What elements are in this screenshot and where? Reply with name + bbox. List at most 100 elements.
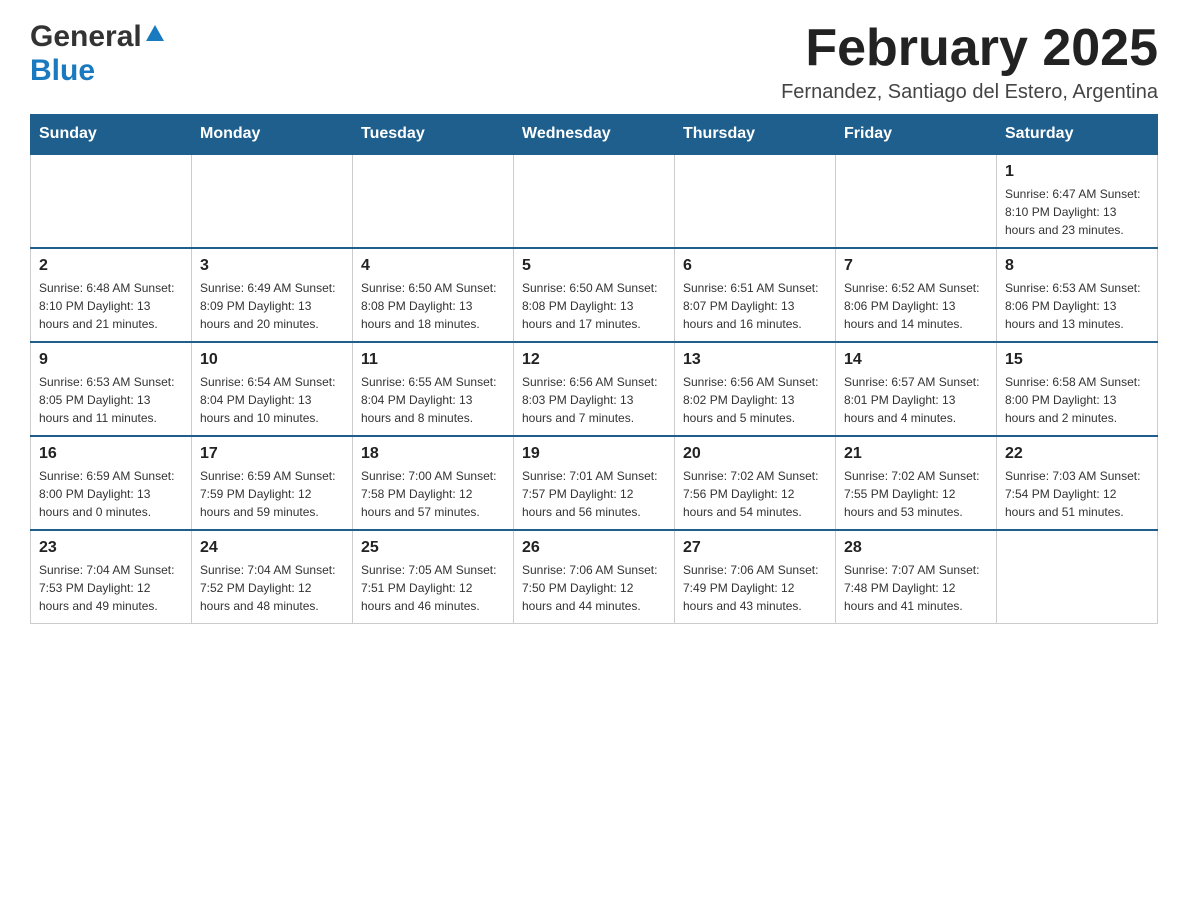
- day-info: Sunrise: 7:06 AM Sunset: 7:49 PM Dayligh…: [683, 561, 827, 615]
- day-info: Sunrise: 6:47 AM Sunset: 8:10 PM Dayligh…: [1005, 185, 1149, 239]
- day-info: Sunrise: 7:00 AM Sunset: 7:58 PM Dayligh…: [361, 467, 505, 521]
- day-number: 10: [200, 351, 344, 369]
- calendar-body: 1 Sunrise: 6:47 AM Sunset: 8:10 PM Daylig…: [31, 154, 1158, 624]
- day-number: 6: [683, 257, 827, 275]
- page-header: General Blue February 2025 Fernandez, Sa…: [30, 20, 1158, 104]
- day-number: 1: [1005, 163, 1149, 181]
- logo-blue-text: Blue: [30, 54, 95, 88]
- day-info: Sunrise: 6:59 AM Sunset: 8:00 PM Dayligh…: [39, 467, 183, 521]
- calendar-day-cell: [353, 154, 514, 248]
- day-info: Sunrise: 6:57 AM Sunset: 8:01 PM Dayligh…: [844, 373, 988, 427]
- calendar-day-cell: 7 Sunrise: 6:52 AM Sunset: 8:06 PM Daylig…: [836, 248, 997, 342]
- calendar-day-cell: [836, 154, 997, 248]
- calendar-day-cell: 10 Sunrise: 6:54 AM Sunset: 8:04 PM Dayli…: [192, 342, 353, 436]
- calendar-day-cell: 26 Sunrise: 7:06 AM Sunset: 7:50 PM Dayli…: [514, 530, 675, 624]
- calendar-day-cell: [997, 530, 1158, 624]
- day-number: 23: [39, 539, 183, 557]
- day-info: Sunrise: 7:02 AM Sunset: 7:55 PM Dayligh…: [844, 467, 988, 521]
- day-number: 26: [522, 539, 666, 557]
- day-info: Sunrise: 6:56 AM Sunset: 8:02 PM Dayligh…: [683, 373, 827, 427]
- day-info: Sunrise: 6:55 AM Sunset: 8:04 PM Dayligh…: [361, 373, 505, 427]
- title-section: February 2025 Fernandez, Santiago del Es…: [781, 20, 1158, 104]
- calendar-day-cell: 23Sunrise: 7:04 AM Sunset: 7:53 PM Dayli…: [31, 530, 192, 624]
- day-info: Sunrise: 7:05 AM Sunset: 7:51 PM Dayligh…: [361, 561, 505, 615]
- day-number: 17: [200, 445, 344, 463]
- calendar-week-row: 16 Sunrise: 6:59 AM Sunset: 8:00 PM Dayli…: [31, 436, 1158, 530]
- calendar-day-cell: [514, 154, 675, 248]
- calendar-day-cell: 24Sunrise: 7:04 AM Sunset: 7:52 PM Dayli…: [192, 530, 353, 624]
- calendar-day-cell: [31, 154, 192, 248]
- day-number: 27: [683, 539, 827, 557]
- day-info: Sunrise: 6:53 AM Sunset: 8:06 PM Dayligh…: [1005, 279, 1149, 333]
- day-info: Sunrise: 6:49 AM Sunset: 8:09 PM Dayligh…: [200, 279, 344, 333]
- calendar-day-cell: 14 Sunrise: 6:57 AM Sunset: 8:01 PM Dayli…: [836, 342, 997, 436]
- header-saturday: Saturday: [997, 115, 1158, 155]
- calendar-day-cell: 8 Sunrise: 6:53 AM Sunset: 8:06 PM Daylig…: [997, 248, 1158, 342]
- header-monday: Monday: [192, 115, 353, 155]
- day-number: 21: [844, 445, 988, 463]
- calendar-day-cell: 1 Sunrise: 6:47 AM Sunset: 8:10 PM Daylig…: [997, 154, 1158, 248]
- calendar-day-cell: 21 Sunrise: 7:02 AM Sunset: 7:55 PM Dayli…: [836, 436, 997, 530]
- calendar-week-row: 23Sunrise: 7:04 AM Sunset: 7:53 PM Dayli…: [31, 530, 1158, 624]
- calendar-day-cell: 2 Sunrise: 6:48 AM Sunset: 8:10 PM Daylig…: [31, 248, 192, 342]
- day-number: 14: [844, 351, 988, 369]
- day-info: Sunrise: 6:48 AM Sunset: 8:10 PM Dayligh…: [39, 279, 183, 333]
- header-wednesday: Wednesday: [514, 115, 675, 155]
- calendar-day-cell: 25 Sunrise: 7:05 AM Sunset: 7:51 PM Dayli…: [353, 530, 514, 624]
- calendar-day-cell: 20Sunrise: 7:02 AM Sunset: 7:56 PM Dayli…: [675, 436, 836, 530]
- calendar-day-cell: 22 Sunrise: 7:03 AM Sunset: 7:54 PM Dayli…: [997, 436, 1158, 530]
- day-number: 8: [1005, 257, 1149, 275]
- day-number: 15: [1005, 351, 1149, 369]
- day-number: 12: [522, 351, 666, 369]
- calendar-header-row: Sunday Monday Tuesday Wednesday Thursday…: [31, 115, 1158, 155]
- day-info: Sunrise: 6:58 AM Sunset: 8:00 PM Dayligh…: [1005, 373, 1149, 427]
- calendar-day-cell: 17 Sunrise: 6:59 AM Sunset: 7:59 PM Dayli…: [192, 436, 353, 530]
- calendar-day-cell: 16 Sunrise: 6:59 AM Sunset: 8:00 PM Dayli…: [31, 436, 192, 530]
- day-info: Sunrise: 7:06 AM Sunset: 7:50 PM Dayligh…: [522, 561, 666, 615]
- page-title: February 2025: [781, 20, 1158, 77]
- day-number: 22: [1005, 445, 1149, 463]
- header-tuesday: Tuesday: [353, 115, 514, 155]
- calendar-week-row: 9 Sunrise: 6:53 AM Sunset: 8:05 PM Daylig…: [31, 342, 1158, 436]
- day-info: Sunrise: 7:01 AM Sunset: 7:57 PM Dayligh…: [522, 467, 666, 521]
- calendar-day-cell: 13 Sunrise: 6:56 AM Sunset: 8:02 PM Dayli…: [675, 342, 836, 436]
- calendar-day-cell: [192, 154, 353, 248]
- day-number: 2: [39, 257, 183, 275]
- day-number: 11: [361, 351, 505, 369]
- calendar-header: Sunday Monday Tuesday Wednesday Thursday…: [31, 115, 1158, 155]
- day-info: Sunrise: 6:52 AM Sunset: 8:06 PM Dayligh…: [844, 279, 988, 333]
- day-number: 4: [361, 257, 505, 275]
- calendar-day-cell: 3Sunrise: 6:49 AM Sunset: 8:09 PM Daylig…: [192, 248, 353, 342]
- header-sunday: Sunday: [31, 115, 192, 155]
- calendar-day-cell: 5 Sunrise: 6:50 AM Sunset: 8:08 PM Daylig…: [514, 248, 675, 342]
- calendar-day-cell: 18Sunrise: 7:00 AM Sunset: 7:58 PM Dayli…: [353, 436, 514, 530]
- calendar-day-cell: [675, 154, 836, 248]
- calendar-day-cell: 11 Sunrise: 6:55 AM Sunset: 8:04 PM Dayli…: [353, 342, 514, 436]
- day-info: Sunrise: 6:59 AM Sunset: 7:59 PM Dayligh…: [200, 467, 344, 521]
- day-number: 19: [522, 445, 666, 463]
- calendar-day-cell: 4Sunrise: 6:50 AM Sunset: 8:08 PM Daylig…: [353, 248, 514, 342]
- header-friday: Friday: [836, 115, 997, 155]
- calendar-day-cell: 6Sunrise: 6:51 AM Sunset: 8:07 PM Daylig…: [675, 248, 836, 342]
- day-number: 25: [361, 539, 505, 557]
- day-number: 13: [683, 351, 827, 369]
- calendar-day-cell: 27 Sunrise: 7:06 AM Sunset: 7:49 PM Dayli…: [675, 530, 836, 624]
- day-info: Sunrise: 7:07 AM Sunset: 7:48 PM Dayligh…: [844, 561, 988, 615]
- day-info: Sunrise: 7:04 AM Sunset: 7:52 PM Dayligh…: [200, 561, 344, 615]
- day-number: 28: [844, 539, 988, 557]
- calendar-day-cell: 12Sunrise: 6:56 AM Sunset: 8:03 PM Dayli…: [514, 342, 675, 436]
- day-info: Sunrise: 7:03 AM Sunset: 7:54 PM Dayligh…: [1005, 467, 1149, 521]
- header-thursday: Thursday: [675, 115, 836, 155]
- day-number: 16: [39, 445, 183, 463]
- logo: General Blue: [30, 20, 166, 88]
- day-number: 5: [522, 257, 666, 275]
- page-subtitle: Fernandez, Santiago del Estero, Argentin…: [781, 81, 1158, 104]
- calendar-day-cell: 28 Sunrise: 7:07 AM Sunset: 7:48 PM Dayli…: [836, 530, 997, 624]
- day-number: 7: [844, 257, 988, 275]
- day-info: Sunrise: 6:50 AM Sunset: 8:08 PM Dayligh…: [522, 279, 666, 333]
- day-info: Sunrise: 6:54 AM Sunset: 8:04 PM Dayligh…: [200, 373, 344, 427]
- day-number: 9: [39, 351, 183, 369]
- day-info: Sunrise: 6:53 AM Sunset: 8:05 PM Dayligh…: [39, 373, 183, 427]
- calendar-week-row: 2 Sunrise: 6:48 AM Sunset: 8:10 PM Daylig…: [31, 248, 1158, 342]
- calendar-day-cell: 15 Sunrise: 6:58 AM Sunset: 8:00 PM Dayli…: [997, 342, 1158, 436]
